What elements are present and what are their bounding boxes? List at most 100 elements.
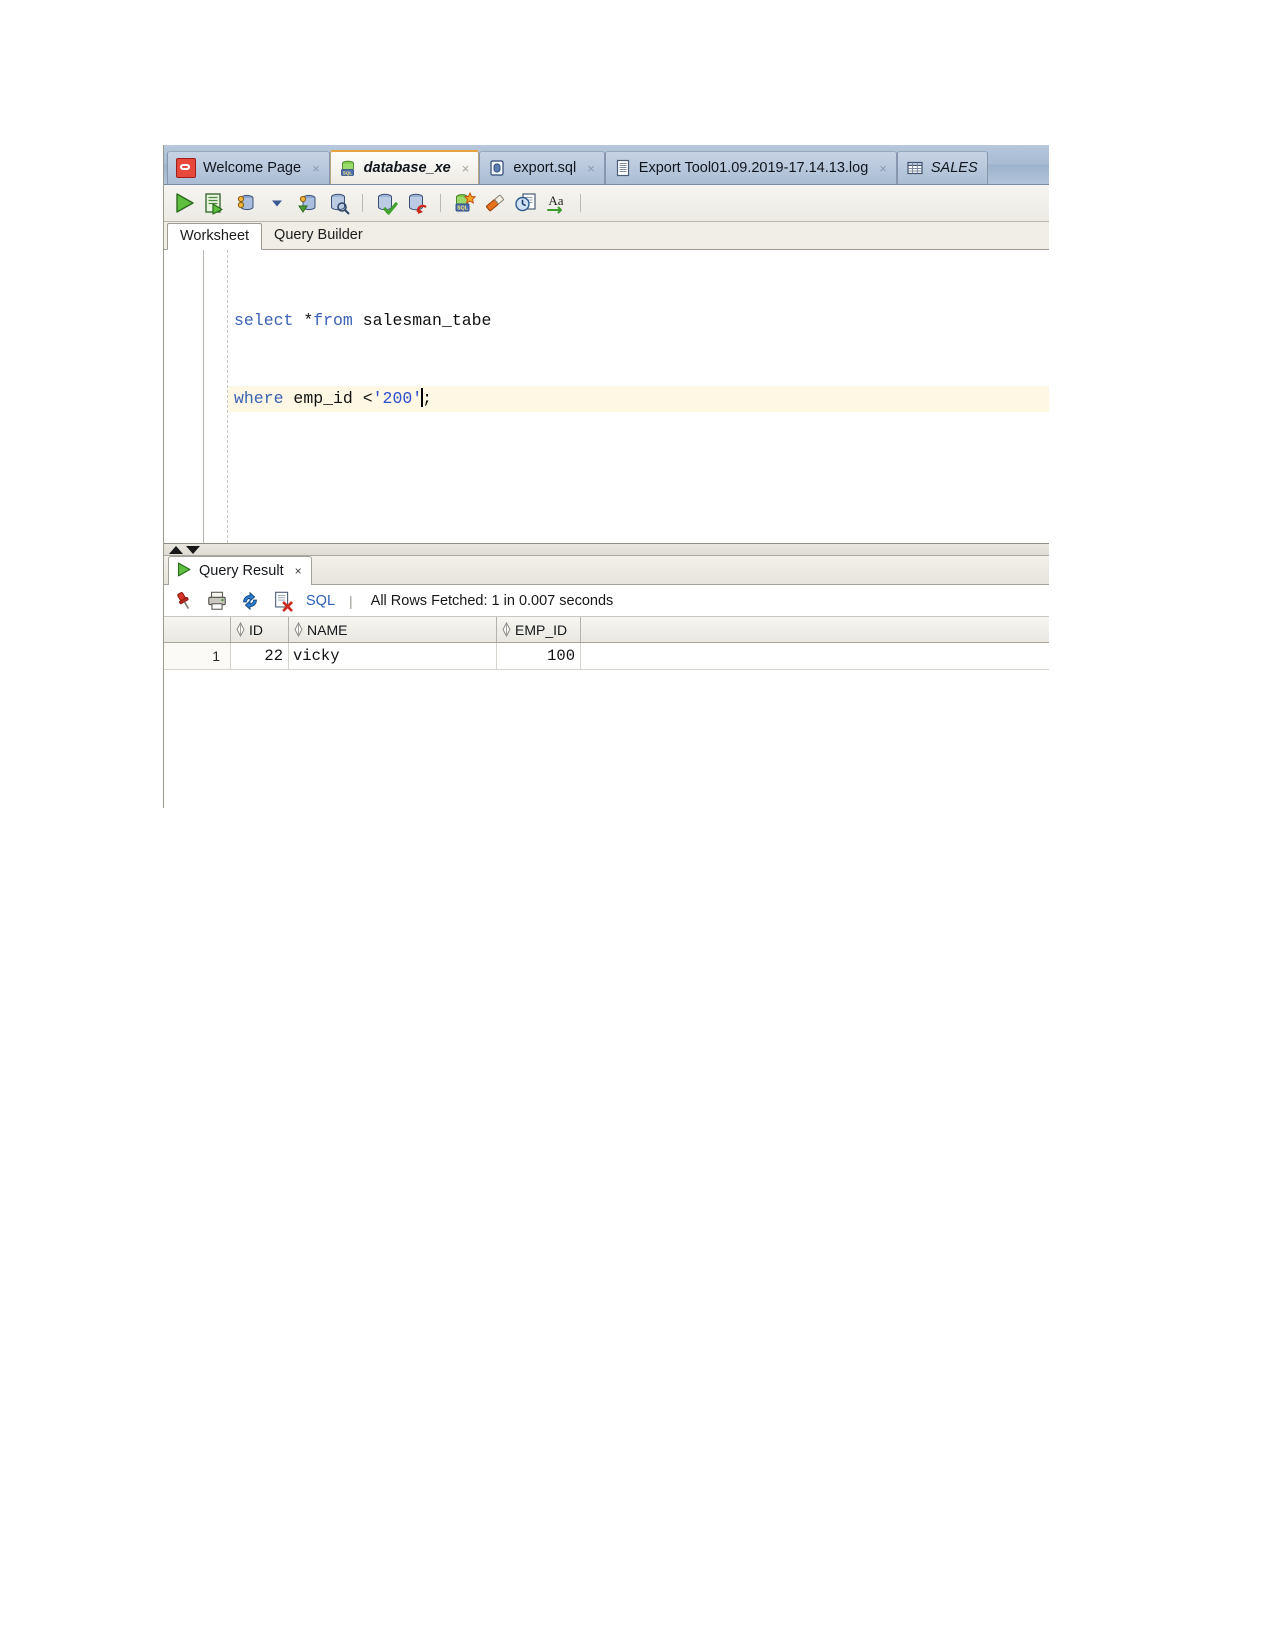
tab-query-result[interactable]: Query Result × <box>168 556 312 585</box>
tab-label: Query Result <box>199 563 284 579</box>
sql-keyword: from <box>313 311 363 330</box>
result-status-text: All Rows Fetched: 1 in 0.007 seconds <box>370 592 614 609</box>
sql-keyword: where <box>234 389 294 408</box>
toolbar-separator <box>580 194 581 212</box>
toolbar-separator: | <box>349 592 353 609</box>
result-grid-header: ID NAME EMP_ID <box>163 617 1049 643</box>
tab-worksheet[interactable]: Worksheet <box>167 223 263 250</box>
column-header-name[interactable]: NAME <box>289 617 497 642</box>
editor-fold-gutter <box>204 250 228 543</box>
tab-label: Welcome Page <box>203 159 302 176</box>
tab-label: database_xe <box>363 159 451 176</box>
close-icon[interactable]: × <box>312 162 320 175</box>
cell-name[interactable]: vicky <box>289 643 497 669</box>
refresh-result-button[interactable] <box>238 589 262 613</box>
tab-export-sql[interactable]: export.sql × <box>479 151 605 184</box>
autotrace-button[interactable] <box>373 190 399 216</box>
sql-history-button[interactable]: SQL <box>451 190 477 216</box>
svg-text:SQL: SQL <box>342 170 352 175</box>
recent-statements-button[interactable] <box>513 190 539 216</box>
run-statement-button[interactable] <box>171 190 197 216</box>
grid-empty-area <box>163 670 1049 750</box>
close-icon[interactable]: × <box>295 565 302 577</box>
code-line-1: select *from salesman_tabe <box>228 308 1049 334</box>
rollback-button[interactable] <box>295 190 321 216</box>
run-script-button[interactable] <box>202 190 228 216</box>
cell-emp-id[interactable]: 100 <box>497 643 581 669</box>
tab-label: Export Tool01.09.2019-17.14.13.log <box>638 159 869 176</box>
grid-row-filler <box>581 643 1049 669</box>
tab-label: SALES <box>930 159 978 176</box>
grid-header-filler <box>581 617 1049 642</box>
sql-identifier: salesman_tabe <box>362 311 492 330</box>
column-header-label: ID <box>249 621 263 638</box>
commit-database-icon <box>237 194 254 211</box>
worksheet-tab-strip: Worksheet Query Builder <box>163 222 1049 250</box>
toolbar-separator <box>440 194 441 212</box>
print-result-button[interactable] <box>205 589 229 613</box>
column-header-label: EMP_ID <box>515 621 568 638</box>
tab-query-builder[interactable]: Query Builder <box>262 222 375 249</box>
database-connection-icon: SQL <box>339 159 357 177</box>
document-delete-icon <box>275 591 293 612</box>
worksheet-toolbar: SQL Aa <box>163 185 1049 222</box>
row-number: 1 <box>163 643 231 669</box>
sql-file-icon <box>488 159 506 177</box>
sql-link[interactable]: SQL <box>306 593 335 609</box>
close-result-button[interactable] <box>271 589 295 613</box>
rollback-database-icon <box>298 194 316 213</box>
printer-icon <box>208 591 226 610</box>
svg-text:SQL: SQL <box>457 206 468 212</box>
sql-token: emp_id < <box>293 389 373 408</box>
green-play-icon <box>176 193 194 213</box>
tab-label: Query Builder <box>274 227 363 243</box>
log-file-icon <box>614 159 632 177</box>
collapse-up-arrow-icon[interactable] <box>169 545 183 554</box>
tab-welcome-page[interactable]: Welcome Page × <box>167 151 330 184</box>
close-icon[interactable]: × <box>879 162 887 175</box>
database-error-icon <box>409 193 427 214</box>
database-search-icon <box>331 193 350 215</box>
tab-sales-table[interactable]: SALES <box>896 151 988 184</box>
cell-id[interactable]: 22 <box>231 643 289 669</box>
sql-star-icon: SQL <box>455 191 476 212</box>
editor-line-number-gutter <box>163 250 204 543</box>
explain-plan-button[interactable] <box>404 190 430 216</box>
panel-left-border <box>163 145 164 808</box>
column-header-emp-id[interactable]: EMP_ID <box>497 617 581 642</box>
clear-button[interactable] <box>482 190 508 216</box>
collapse-down-arrow-icon[interactable] <box>186 545 200 554</box>
sort-indicator-icon <box>236 621 245 638</box>
tab-export-log[interactable]: Export Tool01.09.2019-17.14.13.log × <box>604 151 897 184</box>
result-toolbar: SQL | All Rows Fetched: 1 in 0.007 secon… <box>163 585 1049 617</box>
commit-dropdown-button[interactable] <box>264 190 290 216</box>
toolbar-separator <box>362 194 363 212</box>
svg-text:Aa: Aa <box>548 193 563 208</box>
eraser-icon <box>486 194 504 212</box>
query-result-panel: Query Result × SQL | All Rows Fetched: 1… <box>163 556 1049 750</box>
unshared-worksheet-button[interactable] <box>326 190 352 216</box>
database-check-icon <box>378 193 398 215</box>
result-tab-strip: Query Result × <box>163 556 1049 585</box>
tab-database-xe[interactable]: SQL database_xe × <box>329 150 480 184</box>
tab-label: Worksheet <box>180 228 250 244</box>
sql-developer-window: Welcome Page × SQL database_xe × export.… <box>163 145 1049 808</box>
chevron-down-icon <box>272 200 282 207</box>
commit-button[interactable] <box>233 190 259 216</box>
pin-result-button[interactable] <box>172 589 196 613</box>
grid-corner-header[interactable] <box>163 617 231 642</box>
sql-token: ; <box>422 389 433 408</box>
table-row[interactable]: 1 22 vicky 100 <box>163 643 1049 670</box>
oracle-logo-icon <box>176 158 196 178</box>
aa-format-icon: Aa <box>547 193 564 214</box>
close-icon[interactable]: × <box>462 162 470 175</box>
close-icon[interactable]: × <box>587 162 595 175</box>
panel-splitter[interactable] <box>163 544 1049 556</box>
result-grid[interactable]: ID NAME EMP_ID 1 22 vicky 100 <box>163 617 1049 750</box>
sql-editor[interactable]: select *from salesman_tabe where emp_id … <box>163 250 1049 544</box>
sql-keyword: select <box>234 311 304 330</box>
table-grid-icon <box>906 159 924 177</box>
sql-code-area[interactable]: select *from salesman_tabe where emp_id … <box>228 250 1049 543</box>
column-header-id[interactable]: ID <box>231 617 289 642</box>
change-case-button[interactable]: Aa <box>544 190 570 216</box>
